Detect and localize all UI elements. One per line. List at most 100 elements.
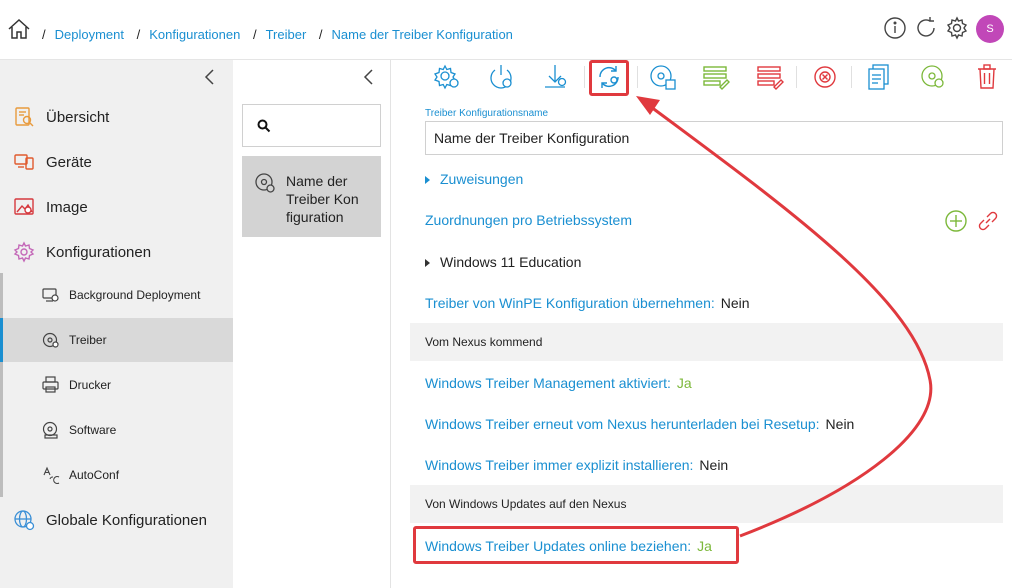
explicit-install-row[interactable]: Windows Treiber immer explizit installie…: [425, 457, 728, 473]
configurations-icon: [13, 241, 35, 263]
zuweisungen-expander[interactable]: Zuweisungen: [425, 171, 523, 187]
redownload-label: Windows Treiber erneut vom Nexus herunte…: [425, 416, 820, 432]
sidebar-item-globale-konfigurationen[interactable]: Globale Konfigurationen: [0, 500, 233, 540]
breadcrumb-separator: /: [136, 27, 141, 42]
home-icon[interactable]: [7, 17, 31, 41]
add-plus-icon[interactable]: [944, 209, 968, 233]
driver-icon: [255, 173, 275, 193]
driver-management-label: Windows Treiber Management aktiviert:: [425, 375, 671, 391]
config-list-item[interactable]: Name der Treiber Kon figuration: [242, 156, 381, 237]
background-deployment-icon: [42, 288, 59, 302]
breadcrumb: / Deployment / Konfigurationen / Treiber / N…: [42, 27, 522, 42]
sidebar-subitem-background-deployment[interactable]: Background Deployment: [0, 273, 233, 317]
refresh-icon[interactable]: [913, 15, 939, 41]
sidebar-subitem-label: AutoConf: [69, 468, 120, 482]
zuordnungen-label: Zuordnungen pro Betriebssystem: [425, 212, 632, 228]
sidebar-item-uebersicht[interactable]: Übersicht: [0, 97, 233, 137]
sidebar-item-image[interactable]: Image: [0, 187, 233, 227]
power-sync-icon[interactable]: [486, 62, 516, 92]
breadcrumb-separator: /: [252, 27, 257, 42]
breadcrumb-separator: /: [318, 27, 323, 42]
sidebar-item-konfigurationen[interactable]: Konfigurationen: [0, 232, 233, 272]
winpe-setting-label: Treiber von WinPE Konfiguration übernehm…: [425, 295, 715, 311]
highlight-frame: [413, 526, 739, 564]
os-item-label: Windows 11 Education: [440, 254, 582, 270]
copy-document-icon[interactable]: [864, 62, 894, 92]
expand-triangle-icon: [425, 259, 430, 268]
sidebar-subitem-software[interactable]: Software: [0, 408, 233, 452]
active-item-indicator: [0, 318, 3, 362]
config-detail-form: Treiber Konfigurationsname Zuweisungen Z…: [392, 94, 1012, 588]
devices-icon: [14, 154, 34, 170]
sidebar-item-geraete[interactable]: Geräte: [0, 142, 233, 182]
link-icon[interactable]: [976, 209, 1000, 233]
sidebar-item-label: Geräte: [46, 153, 92, 171]
redownload-row[interactable]: Windows Treiber erneut vom Nexus herunte…: [425, 416, 854, 432]
config-name-input[interactable]: [425, 121, 1003, 155]
action-toolbar: [392, 60, 1012, 96]
explicit-install-label: Windows Treiber immer explizit installie…: [425, 457, 694, 473]
printer-icon: [42, 376, 59, 393]
breadcrumb-deployment[interactable]: Deployment: [55, 27, 124, 42]
sidebar-item-label: Übersicht: [46, 108, 110, 126]
zuordnungen-heading: Zuordnungen pro Betriebssystem: [425, 212, 632, 228]
winpe-setting-row[interactable]: Treiber von WinPE Konfiguration übernehm…: [425, 295, 750, 311]
globe-icon: [14, 510, 35, 531]
list-edit-red-icon[interactable]: [755, 62, 785, 92]
breadcrumb-treiber[interactable]: Treiber: [266, 27, 307, 42]
search-input[interactable]: [279, 115, 375, 137]
explicit-install-value: Nein: [699, 457, 729, 473]
zuweisungen-label: Zuweisungen: [440, 171, 524, 187]
autoconf-icon: [43, 466, 60, 484]
delete-trash-icon[interactable]: [972, 62, 1002, 92]
list-collapse-chevron-icon[interactable]: [362, 68, 376, 86]
sidebar-subitem-label: Software: [69, 423, 117, 437]
driver-cd-green-icon[interactable]: [918, 62, 948, 92]
sidebar-subitem-treiber[interactable]: Treiber: [0, 318, 233, 362]
search-box[interactable]: [242, 104, 381, 147]
section-header-label: Von Windows Updates auf den Nexus: [425, 497, 627, 511]
section-header-label: Vom Nexus kommend: [425, 335, 543, 349]
info-icon[interactable]: [882, 15, 908, 41]
list-edit-green-icon[interactable]: [701, 62, 731, 92]
driver-icon: [42, 332, 59, 348]
overview-icon: [15, 107, 34, 127]
toolbar-divider: [851, 66, 852, 88]
search-icon: [257, 119, 271, 133]
config-name-label: Treiber Konfigurationsname: [425, 108, 549, 119]
gear-settings-icon[interactable]: [432, 62, 462, 92]
expand-triangle-icon: [425, 176, 430, 185]
section-header-nexus: Vom Nexus kommend: [410, 323, 1003, 361]
breadcrumb-current[interactable]: Name der Treiber Konfiguration: [332, 27, 513, 42]
toolbar-divider: [584, 66, 585, 88]
os-expander-windows-11[interactable]: Windows 11 Education: [425, 254, 581, 270]
driver-package-icon[interactable]: [648, 62, 678, 92]
software-icon: [42, 421, 58, 439]
winpe-setting-value: Nein: [720, 295, 750, 311]
sidebar-subitem-label: Background Deployment: [69, 288, 201, 302]
sidebar-collapse-chevron-icon[interactable]: [203, 68, 217, 86]
breadcrumb-konfigurationen[interactable]: Konfigurationen: [149, 27, 240, 42]
toolbar-divider: [637, 66, 638, 88]
sidebar-subitem-drucker[interactable]: Drucker: [0, 363, 233, 407]
toolbar-divider: [796, 66, 797, 88]
settings-gear-icon[interactable]: [944, 15, 970, 41]
config-list-panel: Name der Treiber Kon figuration: [233, 60, 391, 588]
redownload-value: Nein: [825, 416, 855, 432]
breadcrumb-separator: /: [42, 27, 46, 42]
sidebar-subitem-label: Drucker: [69, 378, 112, 392]
sidebar-subitem-label: Treiber: [69, 333, 107, 347]
driver-management-row[interactable]: Windows Treiber Management aktiviert: Ja: [425, 375, 692, 391]
sidebar-item-label: Globale Konfigurationen: [46, 511, 207, 529]
cancel-circle-icon[interactable]: [810, 62, 840, 92]
section-header-windows-updates: Von Windows Updates auf den Nexus: [410, 485, 1003, 523]
image-icon: [14, 198, 34, 215]
config-list-item-label: Name der Treiber Kon figuration: [286, 173, 359, 225]
sidebar: Übersicht Geräte Image Konfigurationen B…: [0, 60, 233, 588]
sidebar-item-label: Konfigurationen: [46, 243, 152, 261]
driver-management-value: Ja: [676, 375, 692, 391]
download-icon[interactable]: [540, 62, 570, 92]
user-avatar[interactable]: S: [976, 15, 1004, 43]
top-bar: / Deployment / Konfigurationen / Treiber / N…: [0, 0, 1012, 60]
sidebar-subitem-autoconf[interactable]: AutoConf: [0, 453, 233, 497]
